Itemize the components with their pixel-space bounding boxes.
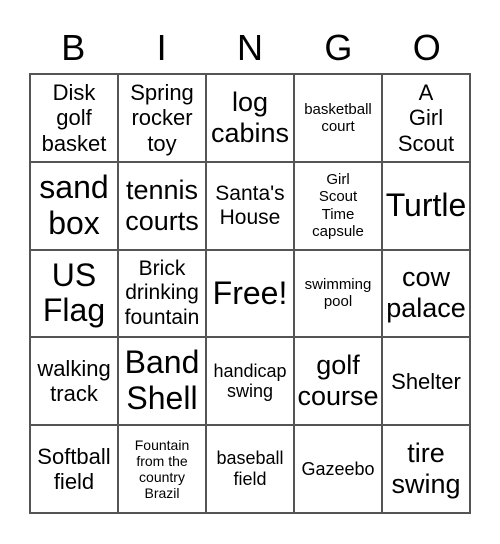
header-letter-b: B	[61, 27, 86, 68]
bingo-cell[interactable]: basketball court	[294, 74, 382, 162]
cell-text: Santa's House	[215, 181, 285, 229]
cell-text: Brick drinking fountain	[124, 257, 200, 329]
bingo-cell[interactable]: Softball field	[30, 425, 118, 513]
cell-text: Free!	[212, 274, 288, 311]
header-letter-n: N	[236, 27, 263, 68]
cell-text: Girl Scout Time capsule	[312, 171, 364, 240]
bingo-cell[interactable]: A Girl Scout	[382, 74, 470, 162]
bingo-cell[interactable]: Turtle	[382, 161, 470, 250]
bingo-cell[interactable]: golf course	[294, 337, 382, 426]
bingo-cell[interactable]: tennis courts	[118, 161, 206, 250]
bingo-cell[interactable]: Brick drinking fountain	[118, 249, 206, 338]
cell-text: swimming pool	[304, 276, 372, 311]
cell-text: baseball field	[216, 448, 284, 490]
bingo-cell[interactable]: Disk golf basket	[30, 74, 118, 162]
cell-text: Shelter	[391, 368, 461, 394]
bingo-cell[interactable]: cow palace	[382, 249, 470, 338]
bingo-cell[interactable]: Fountain from the country Brazil	[118, 425, 206, 513]
bingo-cell[interactable]: Shelter	[382, 337, 470, 426]
cell-text: Turtle	[385, 186, 467, 223]
bingo-cell[interactable]: US Flag	[30, 249, 118, 338]
cell-text: handicap swing	[213, 360, 287, 402]
header-letter-g: G	[324, 27, 353, 68]
bingo-cell[interactable]: Spring rocker toy	[118, 74, 206, 162]
bingo-cell[interactable]: log cabins	[206, 74, 294, 162]
cell-text: Softball field	[37, 443, 111, 495]
cell-text: log cabins	[210, 86, 290, 148]
cell-text: walking track	[37, 355, 111, 407]
cell-text: tennis courts	[125, 174, 199, 236]
cell-text: Fountain from the country Brazil	[134, 436, 190, 502]
cell-text: Disk golf basket	[41, 79, 107, 156]
bingo-cell[interactable]: baseball field	[206, 425, 294, 513]
bingo-cell[interactable]: swimming pool	[294, 249, 382, 338]
cell-text: Spring rocker toy	[130, 79, 194, 156]
cell-text: Band Shell	[124, 344, 200, 417]
bingo-cell[interactable]: Santa's House	[206, 161, 294, 250]
cell-text: Gazeebo	[301, 458, 375, 479]
bingo-grid: Disk golf basket Spring rocker toy log c…	[29, 73, 471, 514]
cell-text: sand box	[39, 168, 109, 241]
bingo-cell[interactable]: handicap swing	[206, 337, 294, 426]
cell-text: basketball court	[304, 100, 372, 135]
cell-text: golf course	[297, 350, 379, 412]
cell-text: A Girl Scout	[397, 79, 455, 156]
bingo-cell[interactable]: tire swing	[382, 425, 470, 513]
cell-text: cow palace	[386, 262, 466, 324]
bingo-cell[interactable]: walking track	[30, 337, 118, 426]
bingo-cell[interactable]: Gazeebo	[294, 425, 382, 513]
bingo-cell[interactable]: Girl Scout Time capsule	[294, 161, 382, 250]
bingo-cell[interactable]: Band Shell	[118, 337, 206, 426]
header-letter-i: I	[156, 27, 167, 68]
cell-text: US Flag	[42, 256, 106, 329]
cell-text: tire swing	[391, 438, 461, 500]
header-letter-o: O	[412, 27, 441, 68]
free-space-cell[interactable]: Free!	[206, 249, 294, 338]
bingo-header: B I N G O	[29, 22, 471, 74]
bingo-cell[interactable]: sand box	[30, 161, 118, 250]
